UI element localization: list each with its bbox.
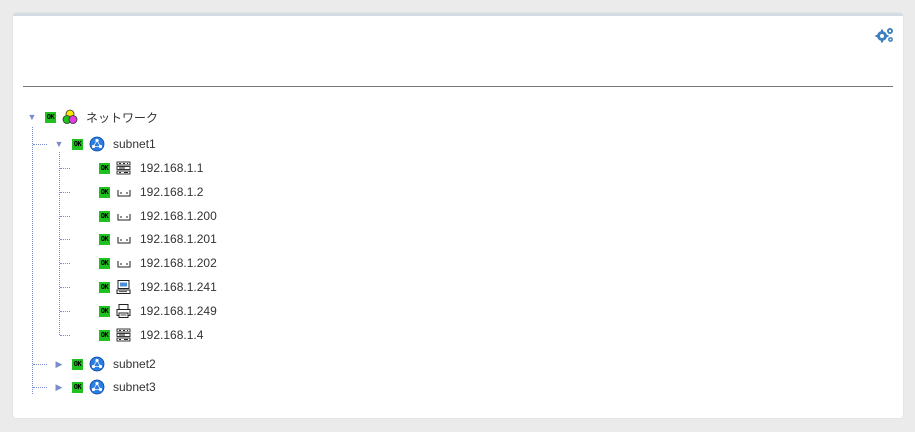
tree-node-host[interactable]: OK 192.168.1.4 [99,325,203,345]
ok-status-icon: OK [72,358,83,370]
ok-status-icon: OK [99,210,110,222]
network-tree-panel: ▼ OK ネットワーク ▼ OK subnet1 OK 192.168.1.1 OK 192… [13,13,903,418]
expand-toggle-icon[interactable]: ▶ [54,359,64,369]
host-label[interactable]: 192.168.1.4 [140,328,203,342]
switch-icon [116,328,131,342]
ok-status-icon: OK [99,233,110,245]
ok-status-icon: OK [99,186,110,198]
tree-node-subnet3[interactable]: ▶ OK subnet3 [54,377,156,397]
printer-icon [116,304,131,318]
tree-connector-horizontal [60,335,70,336]
tree-node-host[interactable]: OK 192.168.1.201 [99,229,217,249]
subnet-icon [89,136,105,152]
device-icon [117,237,131,244]
collapse-toggle-icon[interactable]: ▼ [27,112,37,122]
host-label[interactable]: 192.168.1.2 [140,185,203,199]
tree-connector-horizontal [60,287,70,288]
tree-node-host[interactable]: OK 192.168.1.200 [99,206,217,226]
tree-connector-horizontal [60,168,70,169]
host-label[interactable]: 192.168.1.200 [140,209,217,223]
ok-status-icon: OK [99,281,110,293]
tree-node-host[interactable]: OK 192.168.1.249 [99,301,217,321]
subnet-label[interactable]: subnet2 [113,357,156,371]
subnet-icon [89,356,105,372]
ok-status-icon: OK [72,138,83,150]
device-icon [117,190,131,197]
network-tree: ▼ OK ネットワーク ▼ OK subnet1 OK 192.168.1.1 OK 192… [13,16,903,418]
switch-icon [116,161,131,175]
tree-node-subnet1[interactable]: ▼ OK subnet1 [54,134,156,154]
ok-status-icon: OK [99,329,110,341]
ok-status-icon: OK [72,381,83,393]
tree-node-host[interactable]: OK 192.168.1.202 [99,253,217,273]
tree-connector-vertical [59,152,60,335]
host-label[interactable]: 192.168.1.1 [140,161,203,175]
host-label[interactable]: 192.168.1.201 [140,232,217,246]
host-label[interactable]: 192.168.1.249 [140,304,217,318]
tree-connector-vertical [32,127,33,394]
ok-status-icon: OK [99,162,110,174]
collapse-toggle-icon[interactable]: ▼ [54,139,64,149]
subnet-icon [89,379,105,395]
tree-node-root[interactable]: ▼ OK ネットワーク [27,107,158,127]
tree-node-host[interactable]: OK 192.168.1.241 [99,277,217,297]
device-icon [117,214,131,221]
tree-connector-horizontal [60,192,70,193]
tree-connector-horizontal [33,364,47,365]
tree-node-host[interactable]: OK 192.168.1.2 [99,182,203,202]
tree-connector-horizontal [60,263,70,264]
tree-connector-horizontal [60,311,70,312]
network-root-icon [62,109,78,124]
ok-status-icon: OK [99,257,110,269]
host-label[interactable]: 192.168.1.202 [140,256,217,270]
tree-node-subnet2[interactable]: ▶ OK subnet2 [54,354,156,374]
tree-connector-horizontal [33,144,47,145]
tree-connector-horizontal [60,239,70,240]
tree-connector-horizontal [60,216,70,217]
root-label[interactable]: ネットワーク [86,109,158,126]
expand-toggle-icon[interactable]: ▶ [54,382,64,392]
host-label[interactable]: 192.168.1.241 [140,280,217,294]
ok-status-icon: OK [45,111,56,123]
tree-connector-horizontal [33,387,47,388]
device-icon [117,261,131,268]
subnet-label[interactable]: subnet1 [113,137,156,151]
tree-node-host[interactable]: OK 192.168.1.1 [99,158,203,178]
ok-status-icon: OK [99,305,110,317]
computer-icon [116,280,131,294]
subnet-label[interactable]: subnet3 [113,380,156,394]
